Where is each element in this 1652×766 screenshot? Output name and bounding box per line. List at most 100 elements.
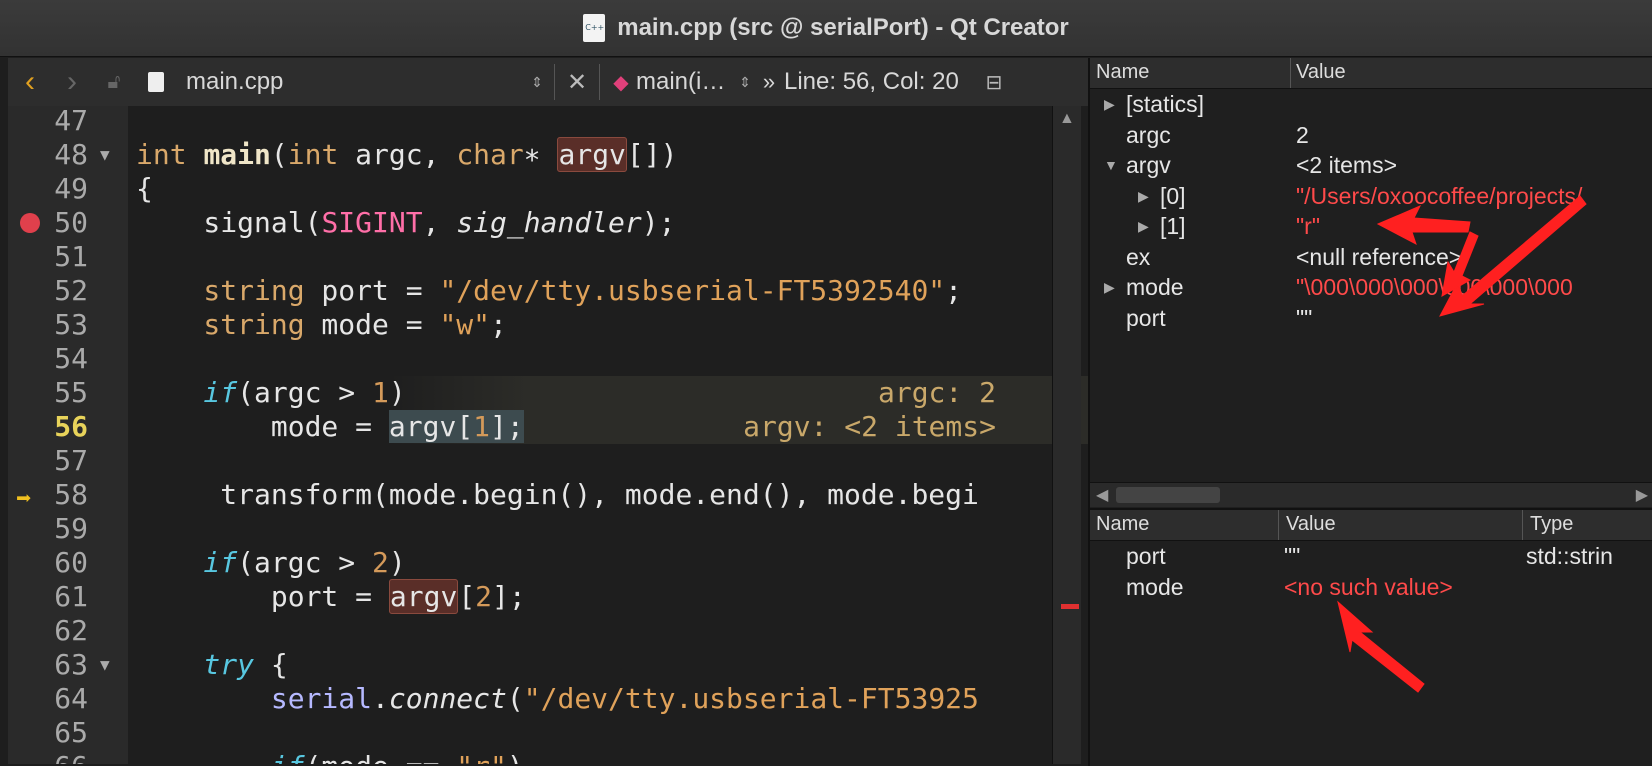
locals-horizontal-scrollbar[interactable]: ◀ ▶ (1090, 482, 1652, 507)
code-line[interactable]: 51 (8, 240, 1088, 274)
code-token: ) (388, 546, 406, 579)
line-number[interactable]: 60 (32, 546, 88, 580)
more-icon[interactable]: » (754, 58, 784, 106)
line-number[interactable]: 66 (32, 750, 88, 764)
locals-name: [0] (1160, 182, 1186, 209)
line-number[interactable]: 59 (32, 512, 88, 546)
code-token: signal( (136, 206, 322, 239)
line-number[interactable]: 64 (32, 682, 88, 716)
code-token: { (254, 648, 288, 681)
function-selector[interactable]: main(i… (636, 58, 736, 106)
expression-value: "" (1284, 543, 1301, 569)
expand-right-icon[interactable]: ▶ (1138, 180, 1149, 212)
code-editor[interactable]: 47 48 ▼ int main(int argc, char∗ argv[]) 49{… (8, 106, 1088, 764)
name-column-header[interactable]: Name (1096, 61, 1149, 84)
expand-right-icon[interactable]: ▶ (1138, 210, 1149, 242)
line-number[interactable]: 47 (32, 106, 88, 138)
expand-right-icon[interactable]: ▶ (1104, 271, 1115, 303)
updown-icon: ⇕ (531, 73, 543, 90)
line-number[interactable]: 53 (32, 308, 88, 342)
lock-icon[interactable]: 🔓︎ (92, 58, 136, 106)
file-selector[interactable]: main.cpp (176, 58, 526, 106)
locals-value: "r" (1296, 213, 1320, 239)
locals-row[interactable]: ▶ mode "\000\000\000\000\000\000 (1090, 271, 1652, 303)
code-line[interactable]: 59 (8, 512, 1088, 546)
code-line[interactable]: 52 string port = "/dev/tty.usbserial-FT5… (8, 274, 1088, 308)
code-line[interactable]: 61 port = argv[2]; (8, 579, 1088, 614)
code-line[interactable]: 48 ▼ int main(int argc, char∗ argv[]) (8, 137, 1088, 172)
code-line[interactable]: 57 (8, 444, 1088, 478)
close-file-button[interactable]: ✕ (561, 58, 593, 106)
line-number[interactable]: 58 (32, 478, 88, 512)
code-token: [ (458, 580, 476, 613)
locals-value: "\000\000\000\000\000\000 (1296, 274, 1573, 300)
scroll-thumb[interactable] (1116, 487, 1220, 503)
line-number[interactable]: 65 (32, 716, 88, 750)
line-number[interactable]: 50 (32, 206, 88, 240)
code-token: , (422, 206, 457, 239)
value-column-header[interactable]: Value (1286, 513, 1336, 536)
locals-row[interactable]: ▶ [statics] (1090, 88, 1652, 120)
code-token: sig_handler (456, 206, 642, 239)
line-number[interactable]: 63 (32, 648, 88, 682)
breakpoint-icon[interactable] (20, 213, 40, 233)
code-line[interactable]: 50 signal(SIGINT, sig_handler); (8, 206, 1088, 240)
line-number[interactable]: 51 (32, 240, 88, 274)
code-line[interactable]: 53 string mode = "w"; (8, 308, 1088, 342)
code-line[interactable]: 66 if(mode == "r") (8, 750, 1088, 764)
locals-row[interactable]: ex <null reference> (1090, 241, 1652, 273)
locals-row[interactable]: ▶ [1] "r" (1090, 210, 1652, 242)
locals-row[interactable]: ▼ argv <2 items> (1090, 149, 1652, 181)
locals-row[interactable]: port "" (1090, 302, 1652, 334)
code-token: SIGINT (321, 206, 423, 239)
expression-type: std::strin (1526, 543, 1613, 569)
forward-button[interactable]: › (52, 58, 92, 106)
code-token: string (136, 308, 305, 341)
expand-right-icon[interactable]: ▶ (1104, 88, 1115, 120)
code-line[interactable]: 64 serial.connect("/dev/tty.usbserial-FT… (8, 682, 1088, 716)
locals-row[interactable]: ▶ [0] "/Users/oxoocoffee/projects/ (1090, 180, 1652, 212)
type-column-header[interactable]: Type (1530, 513, 1573, 536)
expression-name: mode (1126, 573, 1184, 600)
line-number[interactable]: 56 (32, 410, 88, 444)
line-number[interactable]: 62 (32, 614, 88, 648)
code-text: string port = "/dev/tty.usbserial-FT5392… (136, 274, 962, 308)
split-icon[interactable]: ⊟ (974, 58, 1014, 106)
expressions-header: Name Value Type (1090, 510, 1652, 541)
code-line[interactable]: 58 ➡ transform(mode.begin(), mode.end(), … (8, 478, 1088, 514)
name-column-header[interactable]: Name (1096, 513, 1149, 536)
line-number[interactable]: 52 (32, 274, 88, 308)
line-number[interactable]: 48 (32, 138, 88, 172)
code-line[interactable]: 60 if(argc > 2) (8, 546, 1088, 580)
fold-arrow-icon[interactable]: ▼ (100, 138, 110, 172)
scroll-left-icon[interactable]: ◀ (1096, 485, 1108, 505)
locals-value: <null reference> (1296, 243, 1463, 270)
line-number[interactable]: 57 (32, 444, 88, 478)
line-number[interactable]: 49 (32, 172, 88, 206)
scroll-right-icon[interactable]: ▶ (1636, 485, 1648, 505)
expression-row[interactable]: port "" std::strin (1090, 540, 1652, 572)
breakpoint-marker (1061, 604, 1079, 609)
code-line[interactable]: 56 mode = argv[1]; argv: <2 items> (8, 410, 1088, 444)
code-line[interactable]: 62 (8, 614, 1088, 648)
code-line[interactable]: 55 if(argc > 1) argc: 2 (8, 376, 1088, 410)
locals-row[interactable]: argc 2 (1090, 119, 1652, 151)
code-line[interactable]: 65 (8, 716, 1088, 750)
fold-arrow-icon[interactable]: ▼ (100, 648, 110, 682)
line-number[interactable]: 55 (32, 376, 88, 410)
cursor-position[interactable]: Line: 56, Col: 20 (784, 58, 974, 106)
editor-vertical-scrollbar[interactable]: ▲ (1052, 106, 1081, 764)
value-column-header[interactable]: Value (1296, 61, 1346, 84)
window-title: main.cpp (src @ serialPort) - Qt Creator (617, 14, 1069, 41)
code-line[interactable]: 63 ▼ try { (8, 648, 1088, 682)
scroll-up-icon[interactable]: ▲ (1059, 110, 1075, 128)
back-button[interactable]: ‹ (8, 58, 52, 106)
expand-down-icon[interactable]: ▼ (1104, 149, 1118, 181)
code-line[interactable]: 54 (8, 342, 1088, 376)
line-number[interactable]: 61 (32, 580, 88, 614)
updown-icon: ⇕ (739, 73, 751, 90)
code-line[interactable]: 47 (8, 106, 1088, 138)
line-number[interactable]: 54 (32, 342, 88, 376)
expression-row[interactable]: mode <no such value> (1090, 571, 1652, 603)
code-line[interactable]: 49 { (8, 172, 1088, 206)
